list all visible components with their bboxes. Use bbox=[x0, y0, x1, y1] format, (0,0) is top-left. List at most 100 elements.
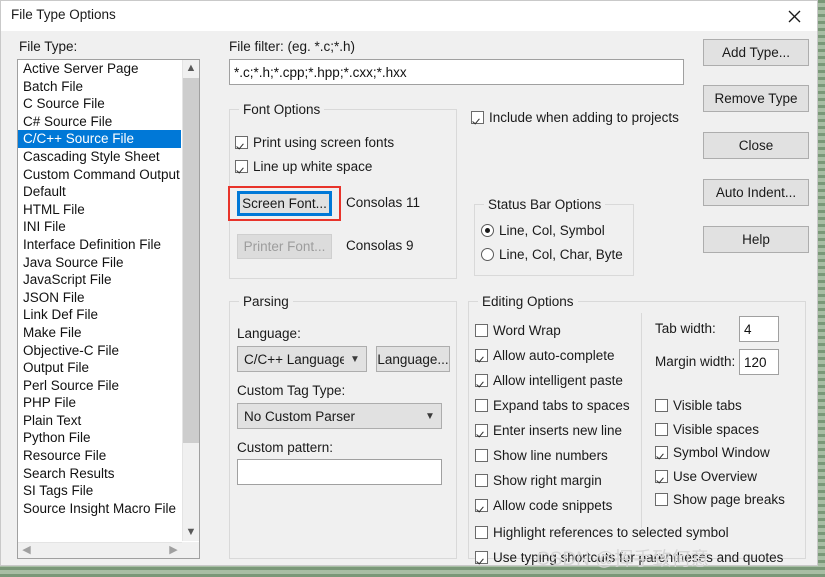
file-type-list-item[interactable]: Make File bbox=[18, 324, 181, 342]
checkbox-box bbox=[475, 526, 488, 539]
file-type-listbox[interactable]: Active Server Page Batch File C Source Fil… bbox=[17, 59, 200, 559]
file-type-list-item[interactable]: Link Def File bbox=[18, 306, 181, 324]
scroll-left-button[interactable]: ◀ bbox=[18, 543, 35, 558]
checkbox-expand-tabs-to-spaces[interactable]: Expand tabs to spaces bbox=[475, 398, 630, 413]
file-type-list-item[interactable]: PHP File bbox=[18, 394, 181, 412]
printer-font-value: Consolas 9 bbox=[346, 238, 414, 253]
checkbox-box bbox=[475, 499, 488, 512]
checkbox-box bbox=[235, 160, 248, 173]
checkbox-visible-tabs[interactable]: Visible tabs bbox=[655, 398, 742, 413]
scroll-right-button[interactable]: ▶ bbox=[165, 543, 182, 558]
file-type-horizontal-scrollbar[interactable]: ◀ ▶ bbox=[18, 542, 182, 558]
custom-tag-type-combobox[interactable]: No Custom Parser ▼ bbox=[237, 403, 442, 429]
chevron-down-icon: ▼ bbox=[185, 526, 197, 538]
checkbox-box bbox=[475, 324, 488, 337]
checkbox-label: Allow intelligent paste bbox=[493, 373, 623, 388]
editing-options-divider bbox=[641, 313, 642, 528]
chevron-right-icon: ▶ bbox=[169, 544, 178, 556]
status-bar-option-line-col-char-byte[interactable]: Line, Col, Char, Byte bbox=[481, 247, 623, 262]
checkbox-box bbox=[655, 493, 668, 506]
file-type-list-item[interactable]: C# Source File bbox=[18, 113, 181, 131]
file-filter-label: File filter: (eg. *.c;*.h) bbox=[229, 39, 356, 54]
close-button[interactable] bbox=[771, 1, 817, 31]
checkbox-show-page-breaks[interactable]: Show page breaks bbox=[655, 492, 785, 507]
checkbox-show-line-numbers[interactable]: Show line numbers bbox=[475, 448, 608, 463]
file-type-list-item[interactable]: Batch File bbox=[18, 78, 181, 96]
file-type-list-item[interactable]: Java Source File bbox=[18, 254, 181, 272]
file-type-list-items[interactable]: Active Server Page Batch File C Source Fil… bbox=[18, 60, 181, 541]
checkbox-use-overview[interactable]: Use Overview bbox=[655, 469, 757, 484]
window-title: File Type Options bbox=[11, 7, 116, 22]
file-type-list-item[interactable]: INI File bbox=[18, 218, 181, 236]
add-type-button[interactable]: Add Type... bbox=[703, 39, 809, 66]
line-up-white-space-checkbox[interactable]: Line up white space bbox=[235, 159, 372, 174]
checkbox-label: Symbol Window bbox=[673, 445, 770, 460]
file-type-list-item[interactable]: C/C++ Source File bbox=[18, 130, 181, 148]
file-type-list-item[interactable]: Active Server Page bbox=[18, 60, 181, 78]
file-type-list-item[interactable]: Python File bbox=[18, 429, 181, 447]
file-type-list-item[interactable]: C Source File bbox=[18, 95, 181, 113]
scroll-down-button[interactable]: ▼ bbox=[183, 524, 199, 541]
file-type-list-item[interactable]: Perl Source File bbox=[18, 377, 181, 395]
language-button[interactable]: Language... bbox=[376, 346, 450, 372]
file-type-label: File Type: bbox=[19, 39, 78, 54]
checkbox-allow-intelligent-paste[interactable]: Allow intelligent paste bbox=[475, 373, 623, 388]
file-type-list-item[interactable]: Custom Command Output bbox=[18, 166, 181, 184]
print-using-screen-fonts-checkbox[interactable]: Print using screen fonts bbox=[235, 135, 394, 150]
screen-font-button[interactable]: Screen Font... bbox=[237, 191, 332, 216]
checkbox-word-wrap[interactable]: Word Wrap bbox=[475, 323, 561, 338]
checkbox-label: Print using screen fonts bbox=[253, 135, 395, 150]
close-dialog-button[interactable]: Close bbox=[703, 132, 809, 159]
file-type-list-item[interactable]: Cascading Style Sheet bbox=[18, 148, 181, 166]
chevron-down-icon: ▼ bbox=[350, 353, 360, 365]
checkbox-box bbox=[475, 399, 488, 412]
checkbox-box bbox=[655, 399, 668, 412]
checkbox-box bbox=[475, 349, 488, 362]
chevron-left-icon: ◀ bbox=[22, 544, 31, 556]
include-when-adding-checkbox[interactable]: Include when adding to projects bbox=[471, 110, 679, 125]
file-type-list-item[interactable]: Source Insight Macro File bbox=[18, 500, 181, 518]
file-type-list-item[interactable]: Resource File bbox=[18, 447, 181, 465]
scroll-up-button[interactable]: ▲ bbox=[183, 60, 199, 77]
file-type-list-item[interactable]: Default bbox=[18, 183, 181, 201]
margin-width-input[interactable] bbox=[739, 349, 779, 375]
file-type-list-item[interactable]: SI Tags File bbox=[18, 482, 181, 500]
file-type-list-item[interactable]: Output File bbox=[18, 359, 181, 377]
checkbox-use-typing-shortcuts-for-parentheses-and-quotes[interactable]: Use typing shortcuts for parentheses and… bbox=[475, 550, 783, 565]
language-combobox[interactable]: C/C++ Language ▼ bbox=[237, 346, 367, 372]
status-bar-options-title: Status Bar Options bbox=[484, 197, 606, 212]
checkbox-allow-code-snippets[interactable]: Allow code snippets bbox=[475, 498, 612, 513]
checkbox-enter-inserts-new-line[interactable]: Enter inserts new line bbox=[475, 423, 622, 438]
file-type-list-item[interactable]: JavaScript File bbox=[18, 271, 181, 289]
printer-font-button: Printer Font... bbox=[237, 234, 332, 259]
checkbox-label: Use Overview bbox=[673, 468, 758, 484]
checkbox-allow-auto-complete[interactable]: Allow auto-complete bbox=[475, 348, 615, 363]
file-type-options-dialog: File Type Options File Type: Active Serv… bbox=[0, 0, 818, 570]
checkbox-label: Highlight references to selected symbol bbox=[493, 525, 729, 540]
vertical-scrollbar-thumb[interactable] bbox=[183, 78, 199, 443]
help-button[interactable]: Help bbox=[703, 226, 809, 253]
scrollbar-corner bbox=[182, 542, 199, 558]
tab-width-input[interactable] bbox=[739, 316, 779, 342]
checkbox-highlight-references-to-selected-symbol[interactable]: Highlight references to selected symbol bbox=[475, 525, 729, 540]
checkbox-visible-spaces[interactable]: Visible spaces bbox=[655, 422, 759, 437]
file-type-list-item[interactable]: JSON File bbox=[18, 289, 181, 307]
checkbox-box bbox=[475, 374, 488, 387]
checkbox-label: Allow code snippets bbox=[493, 498, 613, 513]
checkbox-symbol-window[interactable]: Symbol Window bbox=[655, 445, 770, 460]
auto-indent-button[interactable]: Auto Indent... bbox=[703, 179, 809, 206]
status-bar-option-line-col-symbol[interactable]: Line, Col, Symbol bbox=[481, 223, 605, 238]
custom-pattern-input[interactable] bbox=[237, 459, 442, 485]
file-type-list-item[interactable]: Search Results bbox=[18, 465, 181, 483]
checkbox-show-right-margin[interactable]: Show right margin bbox=[475, 473, 602, 488]
file-type-list-item[interactable]: Plain Text bbox=[18, 412, 181, 430]
checkbox-label: Allow auto-complete bbox=[493, 348, 615, 363]
file-filter-input[interactable] bbox=[229, 59, 684, 85]
file-type-list-item[interactable]: HTML File bbox=[18, 201, 181, 219]
screen-font-value: Consolas 11 bbox=[346, 195, 421, 210]
radio-circle bbox=[481, 224, 494, 237]
file-type-list-item[interactable]: Interface Definition File bbox=[18, 236, 181, 254]
file-type-vertical-scrollbar[interactable]: ▲ ▼ bbox=[182, 60, 199, 541]
file-type-list-item[interactable]: Objective-C File bbox=[18, 342, 181, 360]
remove-type-button[interactable]: Remove Type bbox=[703, 85, 809, 112]
